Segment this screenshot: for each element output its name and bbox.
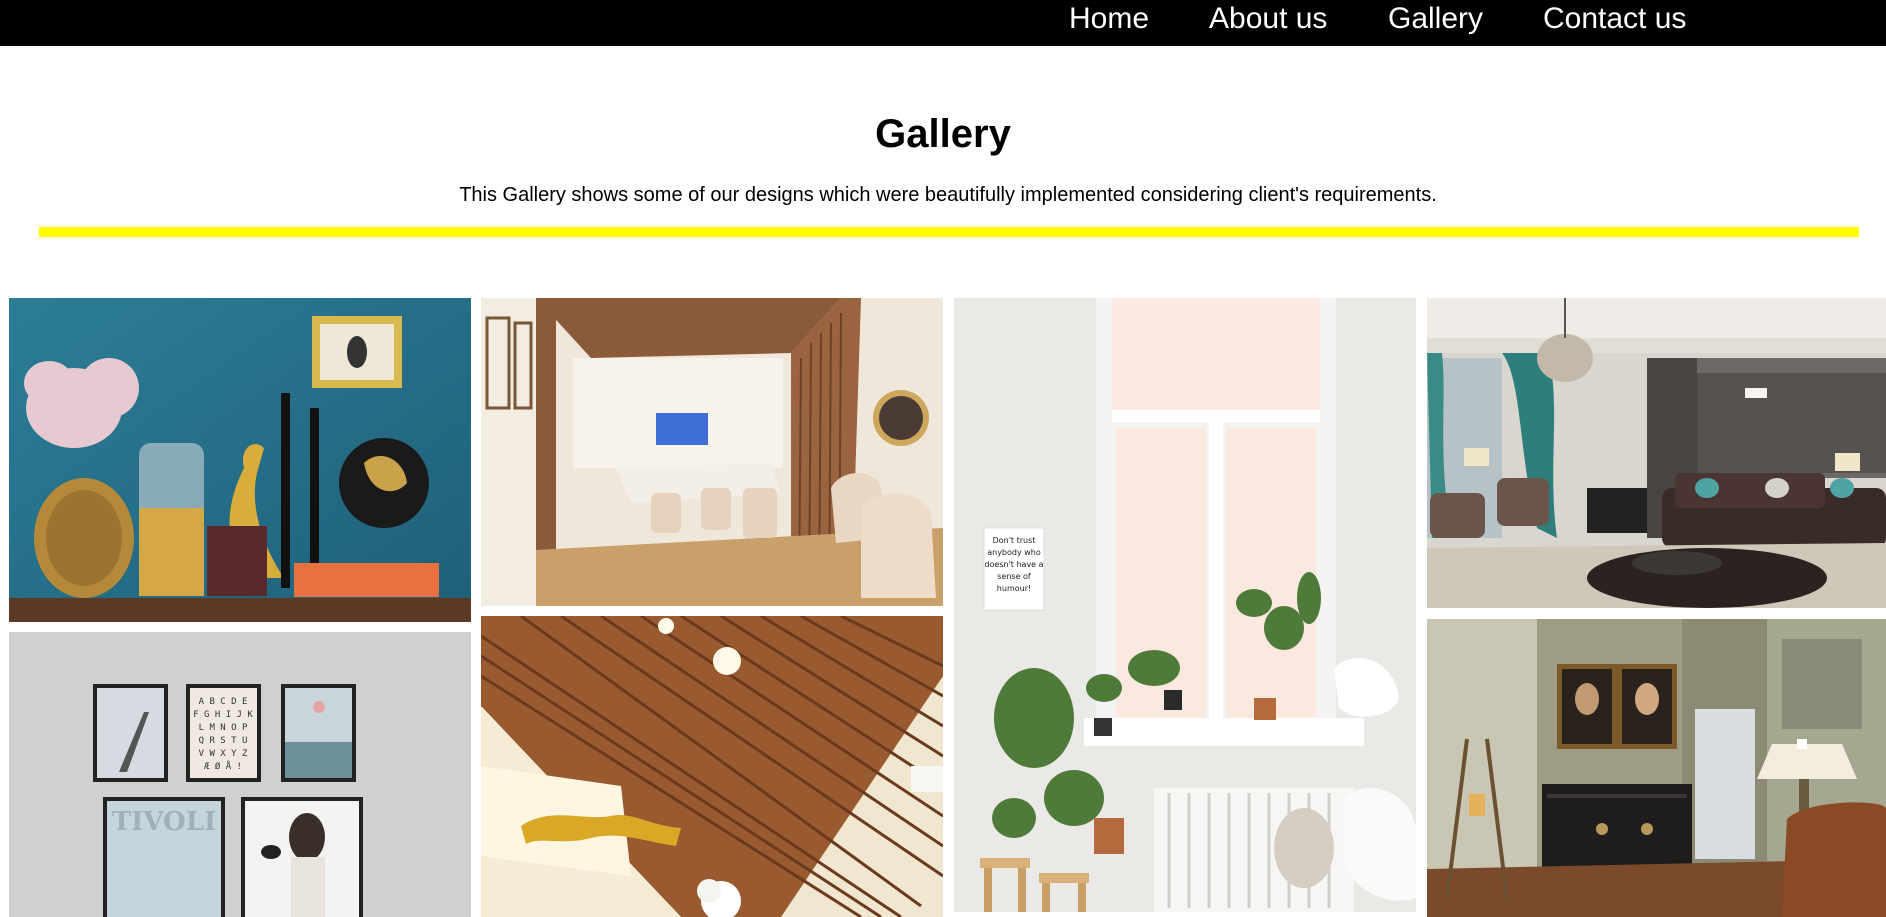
poster-word: TIVOLI [112, 807, 216, 837]
wood-slat-ceiling-illustration [481, 616, 943, 917]
hallway-portraits-illustration [1427, 619, 1886, 917]
alphabet-row-2: F G H I J K [193, 710, 253, 720]
meeting-room-illustration [481, 298, 943, 606]
nav-link-about-us[interactable]: About us [1209, 0, 1327, 38]
gallery-image-wood-slat-ceiling[interactable] [481, 616, 943, 917]
note-line-1: Don't trust [993, 536, 1036, 545]
nav-link-contact-us[interactable]: Contact us [1543, 0, 1686, 38]
page-description: This Gallery shows some of our designs w… [459, 184, 1437, 206]
alphabet-row-5: V W X Y Z [199, 749, 248, 759]
page-title: Gallery [875, 112, 1011, 156]
gallery-image-decor-shelf[interactable] [9, 298, 471, 622]
alphabet-row-1: A B C D E [199, 697, 248, 707]
gallery-image-meeting-room[interactable] [481, 298, 943, 606]
nav-link-gallery[interactable]: Gallery [1388, 0, 1483, 38]
note-line-5: humour! [997, 584, 1031, 593]
top-navigation-bar: Home About us Gallery Contact us [0, 0, 1886, 46]
gallery-image-hallway-portraits[interactable] [1427, 619, 1886, 917]
alphabet-row-6: Æ Ø Å ! [204, 760, 242, 772]
gallery-image-framed-art-wall[interactable]: A B C D E F G H I J K L M N O P Q R S T … [9, 632, 471, 917]
gallery-image-window-plants[interactable]: Don't trust anybody who doesn't have a s… [954, 298, 1416, 912]
decor-shelf-illustration [9, 298, 471, 622]
note-line-3: doesn't have a [984, 560, 1043, 569]
gallery-image-living-room[interactable] [1427, 298, 1886, 608]
note-line-4: sense of [997, 572, 1031, 581]
alphabet-row-4: Q R S T U [199, 736, 248, 746]
note-line-2: anybody who [987, 548, 1041, 557]
living-room-illustration [1427, 298, 1886, 608]
framed-art-wall-illustration: A B C D E F G H I J K L M N O P Q R S T … [9, 632, 471, 917]
window-plants-illustration: Don't trust anybody who doesn't have a s… [954, 298, 1416, 912]
nav-link-home[interactable]: Home [1069, 0, 1149, 38]
yellow-divider [39, 227, 1859, 237]
alphabet-row-3: L M N O P [199, 723, 248, 733]
